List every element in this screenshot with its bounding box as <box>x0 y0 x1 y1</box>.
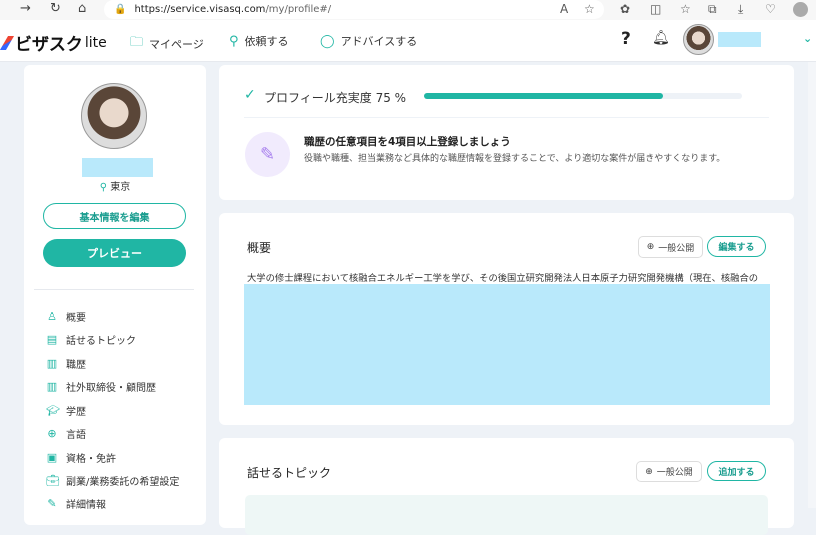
help-icon[interactable]: ? <box>621 29 631 49</box>
completion-progress-bar <box>424 93 742 99</box>
document-icon: ▤ <box>46 333 58 346</box>
forward-icon[interactable]: → <box>20 1 31 16</box>
sidebar-item-certifications[interactable]: ▣ 資格・免許 <box>46 450 116 465</box>
building-icon: ▥ <box>46 357 58 370</box>
graduation-cap-icon: 🎓︎ <box>46 404 60 417</box>
downloads-icon[interactable]: ⤓ <box>738 2 743 17</box>
browser-toolbar: → ↻ ⌂ 🔒 https://service.visasq.com/my/pro… <box>0 0 816 20</box>
summary-title: 概要 <box>247 241 272 255</box>
divider <box>34 289 194 290</box>
logo[interactable]: ビザスク lite <box>0 30 107 55</box>
visibility-badge[interactable]: ⊕ 一般公開 <box>638 236 703 258</box>
certificate-icon: ▣ <box>46 451 58 464</box>
user-name-redacted <box>718 32 761 47</box>
briefcase-icon: 💼︎ <box>46 474 60 487</box>
profile-avatar <box>81 83 147 149</box>
topics-card: 話せるトピック ⊕ 一般公開 追加する <box>219 438 794 535</box>
nav-mypage[interactable]: 🗀 マイページ <box>130 33 204 55</box>
sidebar-item-career[interactable]: ▥ 職歴 <box>46 356 86 371</box>
nav-request[interactable]: ⚲ 依頼する <box>229 33 289 49</box>
collections-icon[interactable]: ⧉ <box>708 2 717 17</box>
tip-body: 役職や職種、担当業務など具体的な職歴情報を登録することで、より適切な案件が届きや… <box>304 154 726 164</box>
sidebar-item-board-advisor[interactable]: ▥ 社外取締役・顧問歴 <box>46 379 156 394</box>
location: ⚲ 東京 <box>99 182 131 193</box>
scrollbar[interactable] <box>808 62 816 508</box>
sidebar-item-details[interactable]: ✎ 詳細情報 <box>46 496 106 511</box>
check-icon: ✓ <box>244 87 256 103</box>
building-icon: ▥ <box>46 380 58 393</box>
summary-text: 大学の修士課程において核融合エネルギー工学を学び、その後国立研究開発法人日本原子… <box>247 273 759 284</box>
tip-title: 職歴の任意項目を4項目以上登録しましょう <box>304 136 511 148</box>
lock-icon: 🔒 <box>114 4 127 15</box>
folder-icon: 🗀 <box>130 35 144 50</box>
topic-item <box>245 495 768 535</box>
sidebar-item-summary[interactable]: ♙ 概要 <box>46 309 86 324</box>
sidebar-item-side-job[interactable]: 💼︎ 副業/業務委託の希望設定 <box>46 473 179 488</box>
document-pen-icon: ✎ <box>245 132 290 177</box>
logo-mark-icon <box>0 35 15 50</box>
favorite-star-icon[interactable]: ☆ <box>584 2 595 16</box>
health-icon[interactable]: ♡ <box>765 2 776 16</box>
person-icon: ♙ <box>47 310 57 323</box>
preview-button[interactable]: プレビュー <box>43 239 186 267</box>
chat-bubble-icon: ◯ <box>320 33 335 49</box>
topics-title: 話せるトピック <box>247 466 332 480</box>
address-bar[interactable]: 🔒 https://service.visasq.com/my/profile#/ <box>104 0 604 19</box>
completion-progress-fill <box>424 93 663 99</box>
completion-label: プロフィール充実度 75 % <box>264 91 407 105</box>
browser-profile-icon[interactable] <box>793 2 808 17</box>
refresh-icon[interactable]: ↻ <box>50 1 61 16</box>
sidebar-item-language[interactable]: ⊕ 言語 <box>46 426 86 441</box>
profile-sidebar: ⚲ 東京 基本情報を編集 プレビュー ♙ 概要 ▤ 話せるトピック ▥ 職歴 ▥ 社外取… <box>24 65 206 525</box>
app-header: ビザスク lite 🗀 マイページ ⚲ 依頼する ◯ アドバイスする ? 🔔︎ ⌄ <box>0 20 816 62</box>
summary-text-redacted <box>244 284 770 405</box>
sidebar-item-education[interactable]: 🎓︎ 学歴 <box>46 403 86 418</box>
globe-icon: ⊕ <box>47 427 57 440</box>
profile-completion-card: ✓ プロフィール充実度 75 % ✎ 職歴の任意項目を4項目以上登録しましょう … <box>219 65 794 200</box>
extensions-icon[interactable]: ✿ <box>620 2 630 16</box>
nav-advise[interactable]: ◯ アドバイスする <box>320 33 417 49</box>
edit-summary-button[interactable]: 編集する <box>707 236 766 257</box>
edit-basic-info-button[interactable]: 基本情報を編集 <box>43 203 186 229</box>
search-icon: ⚲ <box>229 33 239 49</box>
globe-icon: ⊕ <box>645 466 653 477</box>
add-topic-button[interactable]: 追加する <box>707 461 766 481</box>
bell-icon[interactable]: 🔔︎ <box>652 30 670 46</box>
read-aloud-icon[interactable]: A <box>560 2 568 16</box>
visibility-badge[interactable]: ⊕ 一般公開 <box>636 461 702 482</box>
summary-card: 概要 ⊕ 一般公開 編集する 大学の修士課程において核融合エネルギー工学を学び、そ… <box>219 213 794 425</box>
edit-icon: ✎ <box>47 497 57 510</box>
split-screen-icon[interactable]: ◫ <box>650 2 661 16</box>
divider <box>244 117 769 118</box>
home-icon[interactable]: ⌂ <box>78 1 86 16</box>
favorites-icon[interactable]: ☆ <box>680 2 691 16</box>
header-avatar[interactable] <box>683 24 714 55</box>
chevron-down-icon[interactable]: ⌄ <box>803 32 812 45</box>
profile-name-redacted <box>82 158 153 177</box>
map-pin-icon: ⚲ <box>99 182 108 193</box>
globe-icon: ⊕ <box>646 242 655 252</box>
sidebar-item-topics[interactable]: ▤ 話せるトピック <box>46 332 136 347</box>
